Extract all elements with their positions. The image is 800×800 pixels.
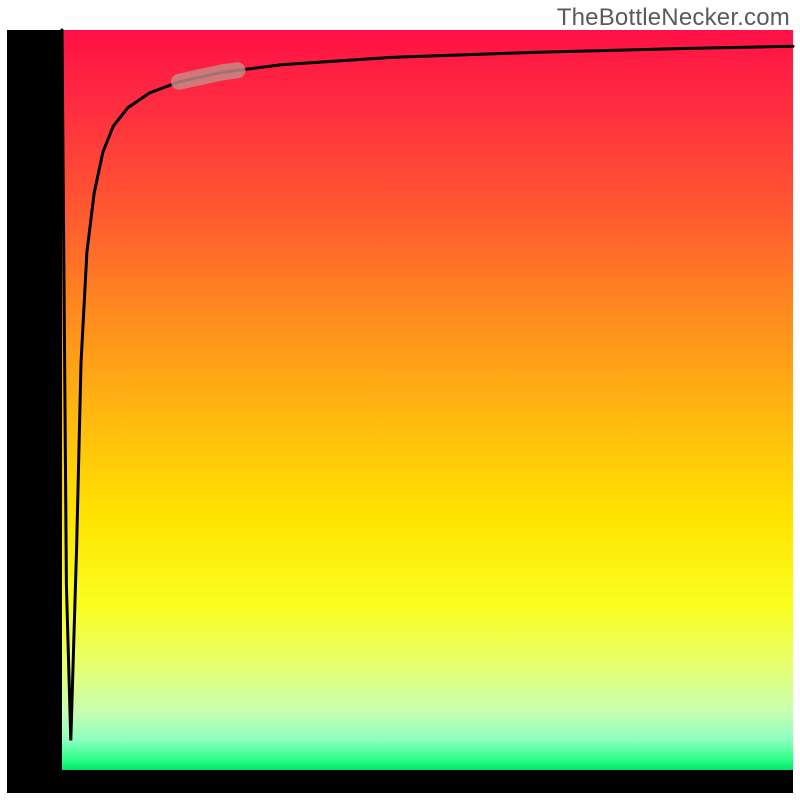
plot-area [0,0,800,800]
bottleneck-curve [62,30,793,740]
axis-frame-bottom [7,770,793,793]
chart-container: TheBottleNecker.com [0,0,800,800]
axis-frame-left [7,30,62,770]
curve-svg [62,30,793,770]
highlight-segment [179,70,237,82]
